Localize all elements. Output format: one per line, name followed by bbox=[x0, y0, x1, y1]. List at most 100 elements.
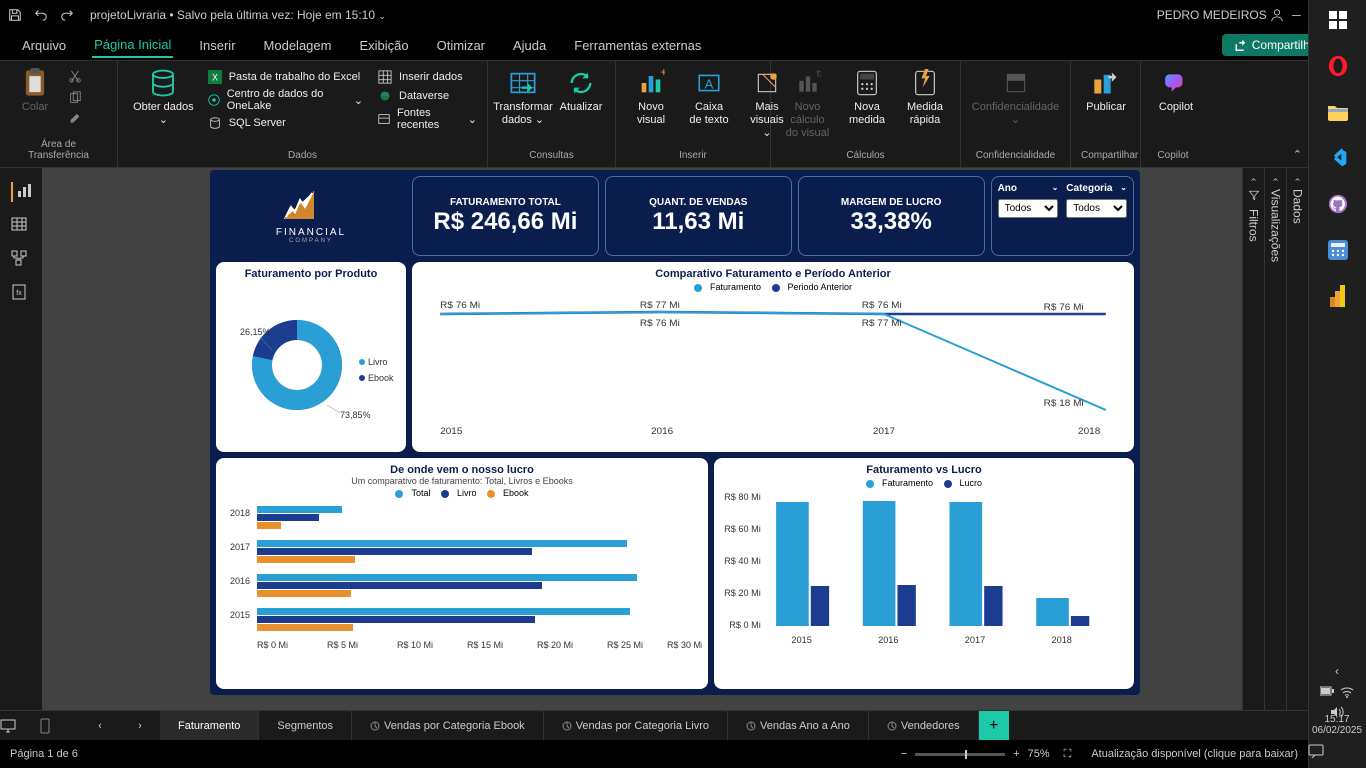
recent-sources-button[interactable]: Fontes recentes ⌄ bbox=[377, 107, 477, 131]
tab-arquivo[interactable]: Arquivo bbox=[20, 34, 68, 57]
sensitivity-button[interactable]: Confidencialidade ⌄ bbox=[971, 65, 1060, 129]
page-tab-vendedores[interactable]: Vendedores bbox=[869, 711, 979, 740]
kpi-faturamento[interactable]: FATURAMENTO TOTALR$ 246,66 Mi bbox=[412, 176, 599, 256]
user-name[interactable]: PEDRO MEDEIROS bbox=[1157, 8, 1284, 23]
report-view-icon[interactable] bbox=[11, 182, 31, 202]
pane-visualizacoes[interactable]: ‹Visualizações bbox=[1264, 168, 1286, 710]
opera-icon[interactable] bbox=[1324, 52, 1352, 80]
svg-text:R$ 5 Mi: R$ 5 Mi bbox=[327, 640, 358, 650]
mobile-view-icon[interactable] bbox=[40, 718, 80, 734]
copilot-button[interactable]: Copilot bbox=[1151, 65, 1201, 116]
undo-icon[interactable] bbox=[34, 8, 48, 22]
svg-text:2018: 2018 bbox=[1078, 426, 1100, 436]
cut-icon[interactable] bbox=[68, 69, 82, 83]
dataverse-icon bbox=[377, 88, 393, 104]
excel-icon: X bbox=[207, 69, 223, 85]
dax-view-icon[interactable]: fx bbox=[11, 284, 31, 304]
svg-text:+: + bbox=[660, 69, 665, 79]
tray-expand-icon[interactable]: ‹ bbox=[1335, 664, 1339, 678]
powerbi-icon[interactable] bbox=[1324, 282, 1352, 310]
format-painter-icon[interactable] bbox=[68, 113, 82, 127]
svg-text:R$ 76 Mi: R$ 76 Mi bbox=[640, 318, 680, 328]
explorer-icon[interactable] bbox=[1324, 98, 1352, 126]
wifi-icon[interactable] bbox=[1340, 686, 1354, 698]
page-tab-faturamento[interactable]: Faturamento bbox=[160, 711, 259, 740]
pane-dados[interactable]: ‹Dados bbox=[1286, 168, 1308, 710]
zoom-out-icon[interactable]: − bbox=[901, 748, 907, 760]
svg-text:R$ 0 Mi: R$ 0 Mi bbox=[257, 640, 288, 650]
paste-button[interactable]: Colar bbox=[10, 65, 60, 116]
clock[interactable]: 15:17 06/02/2025 bbox=[1308, 714, 1366, 758]
new-visual-button[interactable]: + Novo visual bbox=[626, 65, 676, 129]
get-data-button[interactable]: Obter dados ⌄ bbox=[128, 65, 199, 129]
svg-text:R$ 18 Mi: R$ 18 Mi bbox=[1044, 398, 1084, 408]
svg-text:R$ 60 Mi: R$ 60 Mi bbox=[724, 524, 761, 534]
zoom-in-icon[interactable]: + bbox=[1013, 748, 1019, 760]
slicer-ano[interactable]: Todos bbox=[998, 199, 1059, 218]
recent-icon bbox=[377, 111, 391, 127]
insert-data-button[interactable]: Inserir dados bbox=[377, 69, 477, 85]
tab-pagina-inicial[interactable]: Página Inicial bbox=[92, 33, 173, 58]
sqlserver-button[interactable]: SQL Server bbox=[207, 115, 363, 131]
page-tab-segmentos[interactable]: Segmentos bbox=[259, 711, 352, 740]
prev-page-icon[interactable]: ‹ bbox=[80, 720, 120, 732]
excel-source-button[interactable]: XPasta de trabalho do Excel bbox=[207, 69, 363, 85]
github-icon[interactable] bbox=[1324, 190, 1352, 218]
onelake-icon bbox=[207, 92, 221, 108]
svg-text:R$ 20 Mi: R$ 20 Mi bbox=[537, 640, 573, 650]
sql-icon bbox=[207, 115, 223, 131]
svg-text:2015: 2015 bbox=[440, 426, 462, 436]
svg-text:2017: 2017 bbox=[873, 426, 895, 436]
report-canvas[interactable]: FINANCIAL COMPANY FATURAMENTO TOTALR$ 24… bbox=[210, 170, 1140, 695]
tab-otimizar[interactable]: Otimizar bbox=[435, 34, 487, 57]
chart-bars[interactable]: De onde vem o nosso lucro Um comparativo… bbox=[216, 458, 708, 689]
zoom-control[interactable]: − + 75% ⛶ bbox=[901, 748, 1072, 761]
dataverse-button[interactable]: Dataverse bbox=[377, 88, 477, 104]
transform-data-button[interactable]: Transformar dados ⌄ bbox=[498, 65, 548, 129]
tab-exibicao[interactable]: Exibição bbox=[357, 34, 410, 57]
quick-measure-button[interactable]: Medida rápida bbox=[900, 65, 950, 129]
svg-text:R$ 80 Mi: R$ 80 Mi bbox=[724, 492, 761, 502]
vscode-icon[interactable] bbox=[1324, 144, 1352, 172]
ribbon: Colar Área de Transferência Obter dados … bbox=[0, 60, 1366, 168]
page-tab-ebook[interactable]: Vendas por Categoria Ebook bbox=[352, 711, 544, 740]
tab-ferramentas[interactable]: Ferramentas externas bbox=[572, 34, 703, 57]
tab-modelagem[interactable]: Modelagem bbox=[262, 34, 334, 57]
tab-inserir[interactable]: Inserir bbox=[197, 34, 237, 57]
redo-icon[interactable] bbox=[60, 8, 74, 22]
battery-icon[interactable] bbox=[1320, 686, 1334, 698]
slicer-categoria[interactable]: Todos bbox=[1066, 199, 1127, 218]
new-measure-button[interactable]: Nova medida bbox=[842, 65, 892, 129]
minimize-button[interactable]: ─ bbox=[1292, 8, 1301, 22]
chart-columns[interactable]: Faturamento vs Lucro Faturamento Lucro R… bbox=[714, 458, 1134, 689]
table-view-icon[interactable] bbox=[11, 216, 31, 236]
publish-button[interactable]: Publicar bbox=[1081, 65, 1131, 116]
notifications-icon[interactable] bbox=[1308, 744, 1366, 758]
svg-text:A: A bbox=[705, 76, 714, 91]
model-view-icon[interactable] bbox=[11, 250, 31, 270]
page-tab-livro[interactable]: Vendas por Categoria Livro bbox=[544, 711, 728, 740]
calculator-app-icon[interactable] bbox=[1324, 236, 1352, 264]
right-panes: ‹Filtros ‹Visualizações ‹Dados bbox=[1242, 168, 1308, 710]
tab-ajuda[interactable]: Ajuda bbox=[511, 34, 548, 57]
onelake-button[interactable]: Centro de dados do OneLake ⌄ bbox=[207, 88, 363, 112]
textbox-button[interactable]: A Caixa de texto bbox=[684, 65, 734, 129]
windows-icon[interactable] bbox=[1324, 6, 1352, 34]
fit-page-icon[interactable]: ⛶ bbox=[1064, 748, 1072, 761]
sensitivity-icon bbox=[1000, 67, 1032, 99]
chart-donut[interactable]: Faturamento por Produto 26,15% 73,85% Li… bbox=[216, 262, 406, 452]
page-tab-anoano[interactable]: Vendas Ano a Ano bbox=[728, 711, 869, 740]
add-page-button[interactable]: + bbox=[979, 711, 1009, 740]
desktop-view-icon[interactable] bbox=[0, 719, 40, 733]
kpi-vendas[interactable]: QUANT. DE VENDAS11,63 Mi bbox=[605, 176, 792, 256]
chart-line[interactable]: Comparativo Faturamento e Período Anteri… bbox=[412, 262, 1134, 452]
save-icon[interactable] bbox=[8, 8, 22, 22]
kpi-margem[interactable]: MARGEM DE LUCRO33,38% bbox=[798, 176, 985, 256]
pane-filtros[interactable]: ‹Filtros bbox=[1242, 168, 1264, 710]
copy-icon[interactable] bbox=[68, 91, 82, 105]
new-visual-calc-button[interactable]: fx Novo cálculo do visual bbox=[781, 65, 834, 143]
update-available[interactable]: Atualização disponível (clique para baix… bbox=[1091, 748, 1298, 760]
collapse-ribbon-icon[interactable]: ⌃ bbox=[1293, 148, 1302, 161]
next-page-icon[interactable]: › bbox=[120, 720, 160, 732]
refresh-button[interactable]: Atualizar bbox=[556, 65, 606, 116]
